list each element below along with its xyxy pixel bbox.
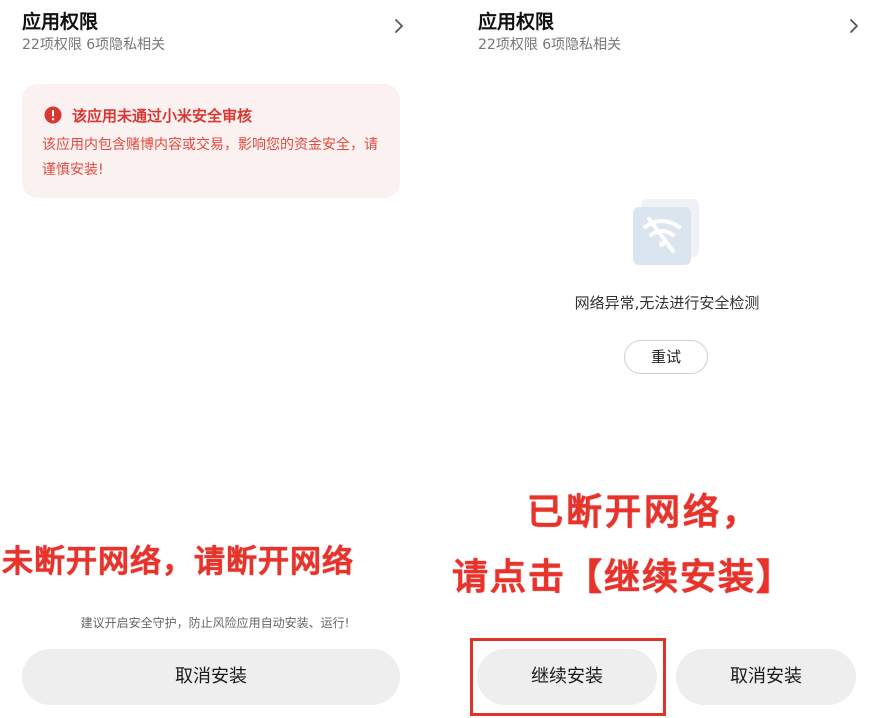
security-warning-card: 该应用未通过小米安全审核 该应用内包含赌博内容或交易，影响您的资金安全，请谨慎安…: [22, 84, 400, 198]
chevron-right-icon[interactable]: [847, 16, 861, 36]
cancel-install-button[interactable]: 取消安装: [676, 649, 856, 705]
annotation-click-continue: 请点击【继续安装】: [452, 557, 795, 598]
chevron-right-icon[interactable]: [392, 16, 406, 36]
warning-body: 该应用内包含赌博内容或交易，影响您的资金安全，请谨慎安装!: [42, 137, 378, 178]
warning-title: 该应用未通过小米安全审核: [72, 107, 253, 125]
left-install-screen: 应用权限 22项权限 6项隐私相关 该应用未通过小米安全审核 该应用内包含赌博内…: [0, 0, 430, 718]
retry-button[interactable]: 重试: [624, 340, 708, 374]
permissions-subtitle[interactable]: 22项权限 6项隐私相关: [22, 34, 165, 54]
permissions-title[interactable]: 应用权限: [478, 7, 554, 34]
annotation-network-disconnected: 已断开网络，: [527, 492, 762, 533]
right-install-screen: 应用权限 22项权限 6项隐私相关 网络异常,无法进行安全检测 重试 继续安装 …: [441, 0, 871, 718]
continue-highlight-box: [470, 638, 666, 716]
no-wifi-icon: [631, 197, 703, 267]
network-error-message: 网络异常,无法进行安全检测: [574, 294, 760, 312]
cancel-install-button[interactable]: 取消安装: [22, 649, 400, 705]
permissions-title[interactable]: 应用权限: [22, 7, 98, 34]
annotation-disconnect-network: 未断开网络，请断开网络: [2, 544, 354, 580]
alert-circle-icon: [44, 106, 62, 124]
permissions-subtitle[interactable]: 22项权限 6项隐私相关: [478, 34, 621, 54]
security-hint: 建议开启安全守护，防止风险应用自动安装、运行!: [80, 616, 350, 630]
